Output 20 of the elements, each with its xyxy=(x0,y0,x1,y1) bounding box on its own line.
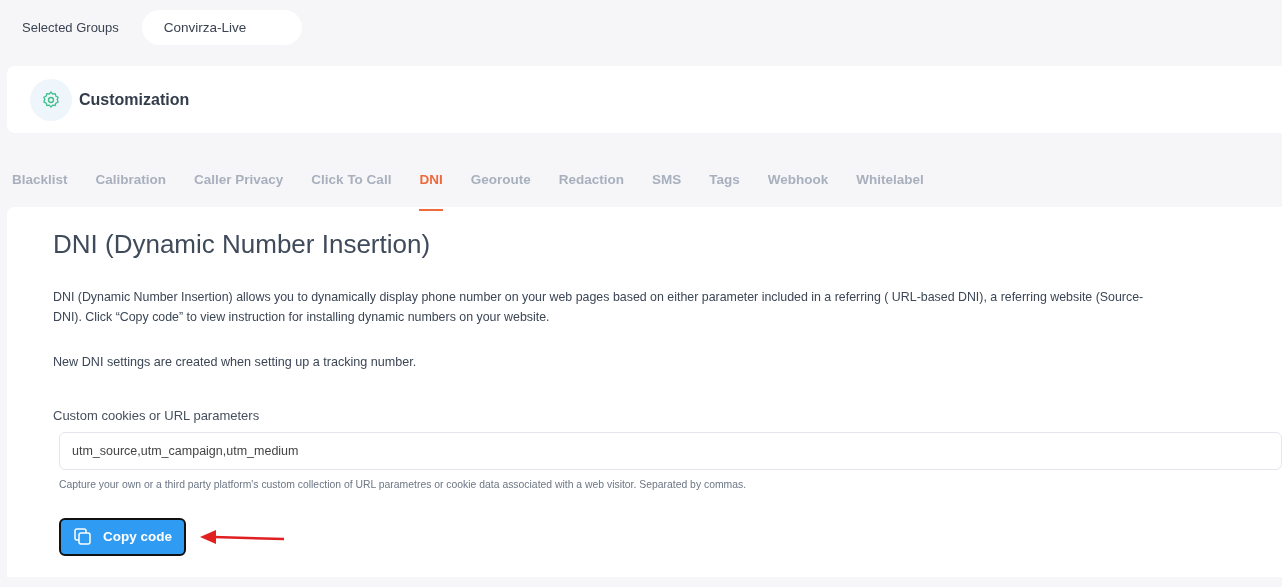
copy-code-button[interactable]: Copy code xyxy=(59,518,186,557)
tab[interactable]: Caller Privacy xyxy=(194,161,284,211)
group-selector[interactable]: Convirza-Live xyxy=(141,10,302,45)
note-text: New DNI settings are created when setting up a tracking number. xyxy=(53,354,418,372)
page-title: Customization xyxy=(79,89,190,110)
description-text: DNI (Dynamic Number Insertion) allows you to dynamically display phone number on your web pages based on either parameter included in a referring ( URL-based DNI), a referring website (Source- DNI). Click “Copy code” to view instruction for installing dynamic numbers on your website. xyxy=(53,289,1145,327)
tab[interactable]: Whitelabel xyxy=(856,161,924,211)
tab[interactable]: SMS xyxy=(651,161,682,211)
help-text: Capture your own or a third party platform's custom collection of URL parametres or cookie data associated with a web visitor. Separated by commas. xyxy=(59,477,748,492)
tab[interactable]: Georoute xyxy=(470,161,531,211)
tab[interactable]: Tags xyxy=(709,161,740,211)
tab[interactable]: Calibration xyxy=(95,161,167,211)
parameters-field[interactable]: utm_source,utm_campaign,utm_medium xyxy=(59,431,1282,470)
tab[interactable]: Redaction xyxy=(558,161,624,211)
section-title: DNI (Dynamic Number Insertion) xyxy=(53,229,432,261)
tab[interactable]: Webhook xyxy=(767,161,829,211)
selected-groups-label: Selected Groups xyxy=(22,18,119,37)
field-label: Custom cookies or URL parameters xyxy=(53,407,261,426)
tab[interactable]: Click To Call xyxy=(311,161,392,211)
tab[interactable]: Blacklist xyxy=(12,161,68,211)
